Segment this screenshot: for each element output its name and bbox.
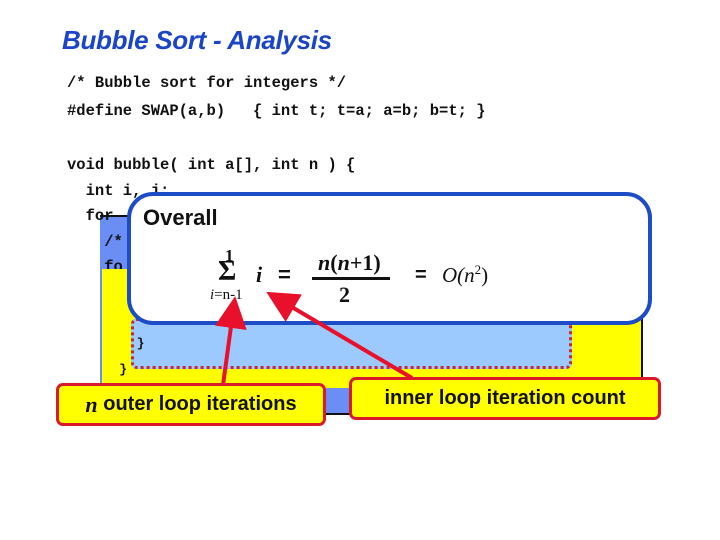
inner-callout-arrow (266, 291, 414, 380)
outer-loop-callout: n outer loop iterations (56, 383, 326, 426)
outer-callout-text: outer loop iterations (97, 393, 297, 415)
inner-callout-text: inner loop iteration count (384, 387, 626, 409)
outer-callout-arrow (214, 296, 247, 386)
outer-callout-var: n (85, 391, 98, 417)
callout-arrows (214, 291, 414, 386)
inner-loop-callout: inner loop iteration count (349, 377, 661, 420)
